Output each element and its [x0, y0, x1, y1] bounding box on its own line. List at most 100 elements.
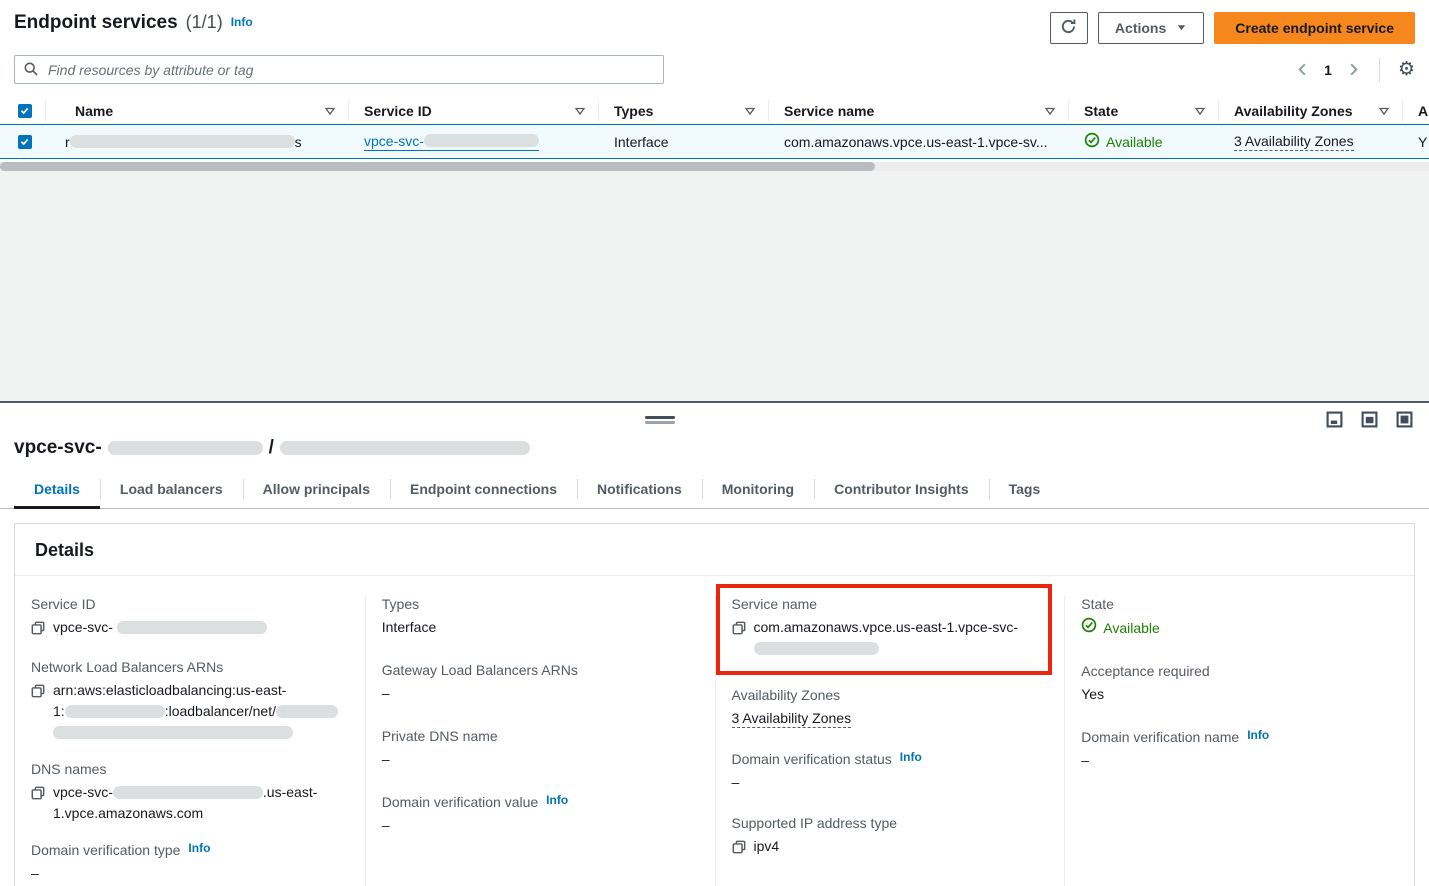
divider	[1379, 58, 1380, 82]
tab-monitoring[interactable]: Monitoring	[702, 474, 814, 508]
field-domain-verification-type: Domain verification type Info –	[31, 842, 349, 884]
create-endpoint-service-button[interactable]: Create endpoint service	[1214, 12, 1415, 44]
cell-types: Interface	[598, 125, 768, 158]
refresh-button[interactable]	[1050, 12, 1088, 44]
copy-icon[interactable]	[31, 785, 45, 806]
column-header-state[interactable]: State	[1068, 97, 1218, 124]
column-header-service-name[interactable]: Service name	[768, 97, 1068, 124]
caret-down-icon	[1176, 20, 1187, 36]
row-checkbox[interactable]	[18, 135, 32, 149]
field-service-id: Service ID vpce-svc-	[31, 596, 349, 641]
panel-maximize-icon[interactable]	[1396, 411, 1413, 433]
available-check-icon	[1081, 617, 1097, 639]
table-row[interactable]: r s vpce-svc- Interface com.amazonaws.vp…	[0, 124, 1429, 159]
redacted-text	[117, 621, 267, 634]
copy-icon[interactable]	[31, 620, 45, 641]
endpoint-services-table: Name Service ID Types Service name	[0, 97, 1429, 171]
details-column-4: State Available Acceptance required Yes	[1064, 596, 1414, 886]
filter-icon[interactable]	[1194, 105, 1206, 117]
availability-zones-link[interactable]: 3 Availability Zones	[732, 710, 852, 728]
field-nlb-arns: Network Load Balancers ARNs arn:aws:elas…	[31, 659, 349, 743]
field-domain-verification-value: Domain verification value Info –	[382, 794, 699, 836]
cell-acceptance: Y	[1402, 125, 1429, 158]
actions-button[interactable]: Actions	[1098, 12, 1204, 44]
field-domain-verification-status: Domain verification status Info –	[732, 751, 1049, 793]
copy-icon[interactable]	[732, 839, 746, 860]
availability-zones-link[interactable]: 3 Availability Zones	[1234, 133, 1354, 151]
details-column-3: Service name com.amazonaws.vpce.us-east-…	[715, 596, 1065, 886]
cell-state: Available	[1068, 125, 1218, 158]
cell-service-name: com.amazonaws.vpce.us-east-1.vpce-sv...	[768, 125, 1068, 158]
tab-endpoint-connections[interactable]: Endpoint connections	[390, 474, 577, 508]
field-acceptance-required: Acceptance required Yes	[1081, 663, 1398, 705]
cell-name: r s	[45, 125, 348, 158]
field-domain-verification-name: Domain verification name Info –	[1081, 729, 1398, 771]
redacted-text	[113, 786, 263, 799]
panel-tabs: Details Load balancers Allow principals …	[0, 474, 1429, 509]
tab-details[interactable]: Details	[14, 474, 100, 508]
tab-tags[interactable]: Tags	[989, 474, 1061, 508]
redacted-text	[276, 705, 338, 718]
service-name-highlight-box: Service name com.amazonaws.vpce.us-east-…	[716, 584, 1053, 675]
tab-load-balancers[interactable]: Load balancers	[100, 474, 243, 508]
info-link[interactable]: Info	[1247, 728, 1269, 742]
redacted-text	[70, 135, 295, 148]
info-link[interactable]: Info	[188, 841, 210, 855]
copy-icon[interactable]	[732, 620, 746, 641]
filter-icon[interactable]	[324, 105, 336, 117]
settings-gear-icon[interactable]: ⚙	[1398, 60, 1415, 79]
title-info-link[interactable]: Info	[231, 15, 253, 29]
cell-availability-zones: 3 Availability Zones	[1218, 125, 1402, 158]
column-header-service-id[interactable]: Service ID	[348, 97, 598, 124]
filter-icon[interactable]	[1044, 105, 1056, 117]
panel-position-bottom-icon[interactable]	[1326, 411, 1343, 433]
filter-icon[interactable]	[744, 105, 756, 117]
search-icon	[23, 61, 39, 82]
previous-page-button[interactable]	[1295, 62, 1310, 77]
field-private-dns-name: Private DNS name –	[382, 728, 699, 770]
redacted-text	[424, 134, 539, 147]
field-service-name: Service name com.amazonaws.vpce.us-east-…	[732, 596, 1039, 659]
info-link[interactable]: Info	[546, 793, 568, 807]
tab-contributor-insights[interactable]: Contributor Insights	[814, 474, 989, 508]
tab-allow-principals[interactable]: Allow principals	[243, 474, 390, 508]
field-types: Types Interface	[382, 596, 699, 638]
cell-service-id: vpce-svc-	[348, 125, 598, 158]
table-header-row: Name Service ID Types Service name	[0, 97, 1429, 124]
horizontal-scrollbar-thumb[interactable]	[0, 162, 875, 171]
horizontal-scrollbar	[0, 162, 1429, 171]
content-background	[0, 171, 1429, 401]
details-column-1: Service ID vpce-svc- Network Load Balanc…	[15, 596, 365, 886]
field-supported-ip: Supported IP address type ipv4	[732, 815, 1049, 860]
panel-title: vpce-svc- /	[0, 403, 1429, 459]
column-header-types[interactable]: Types	[598, 97, 768, 124]
select-all-checkbox[interactable]	[18, 104, 32, 118]
page-number: 1	[1324, 62, 1332, 78]
column-header-name[interactable]: Name	[45, 97, 348, 124]
field-availability-zones: Availability Zones 3 Availability Zones	[732, 687, 1049, 729]
next-page-button[interactable]	[1346, 62, 1361, 77]
panel-position-side-icon[interactable]	[1361, 411, 1378, 433]
copy-icon[interactable]	[31, 683, 45, 704]
filter-icon[interactable]	[1378, 105, 1390, 117]
redacted-text	[280, 441, 530, 455]
redacted-text	[754, 642, 879, 655]
field-state: State Available	[1081, 596, 1398, 639]
search-input[interactable]	[14, 55, 664, 84]
redacted-text	[53, 726, 293, 739]
details-card-title: Details	[15, 524, 1414, 576]
redacted-text	[108, 441, 263, 455]
endpoint-services-list-section: Endpoint services (1/1) Info Actions Cre…	[0, 0, 1429, 171]
page-count: (1/1)	[186, 12, 223, 33]
column-header-availability-zones[interactable]: Availability Zones	[1218, 97, 1402, 124]
details-column-2: Types Interface Gateway Load Balancers A…	[365, 596, 715, 886]
tab-notifications[interactable]: Notifications	[577, 474, 702, 508]
details-card: Details Service ID vpce-svc-	[14, 523, 1415, 886]
column-header-acceptance[interactable]: A	[1402, 97, 1429, 124]
split-panel-drag-handle[interactable]	[645, 416, 675, 424]
info-link[interactable]: Info	[900, 750, 922, 764]
redacted-text	[65, 705, 165, 718]
field-glb-arns: Gateway Load Balancers ARNs –	[382, 662, 699, 704]
filter-icon[interactable]	[574, 105, 586, 117]
service-id-link[interactable]: vpce-svc-	[364, 133, 539, 151]
